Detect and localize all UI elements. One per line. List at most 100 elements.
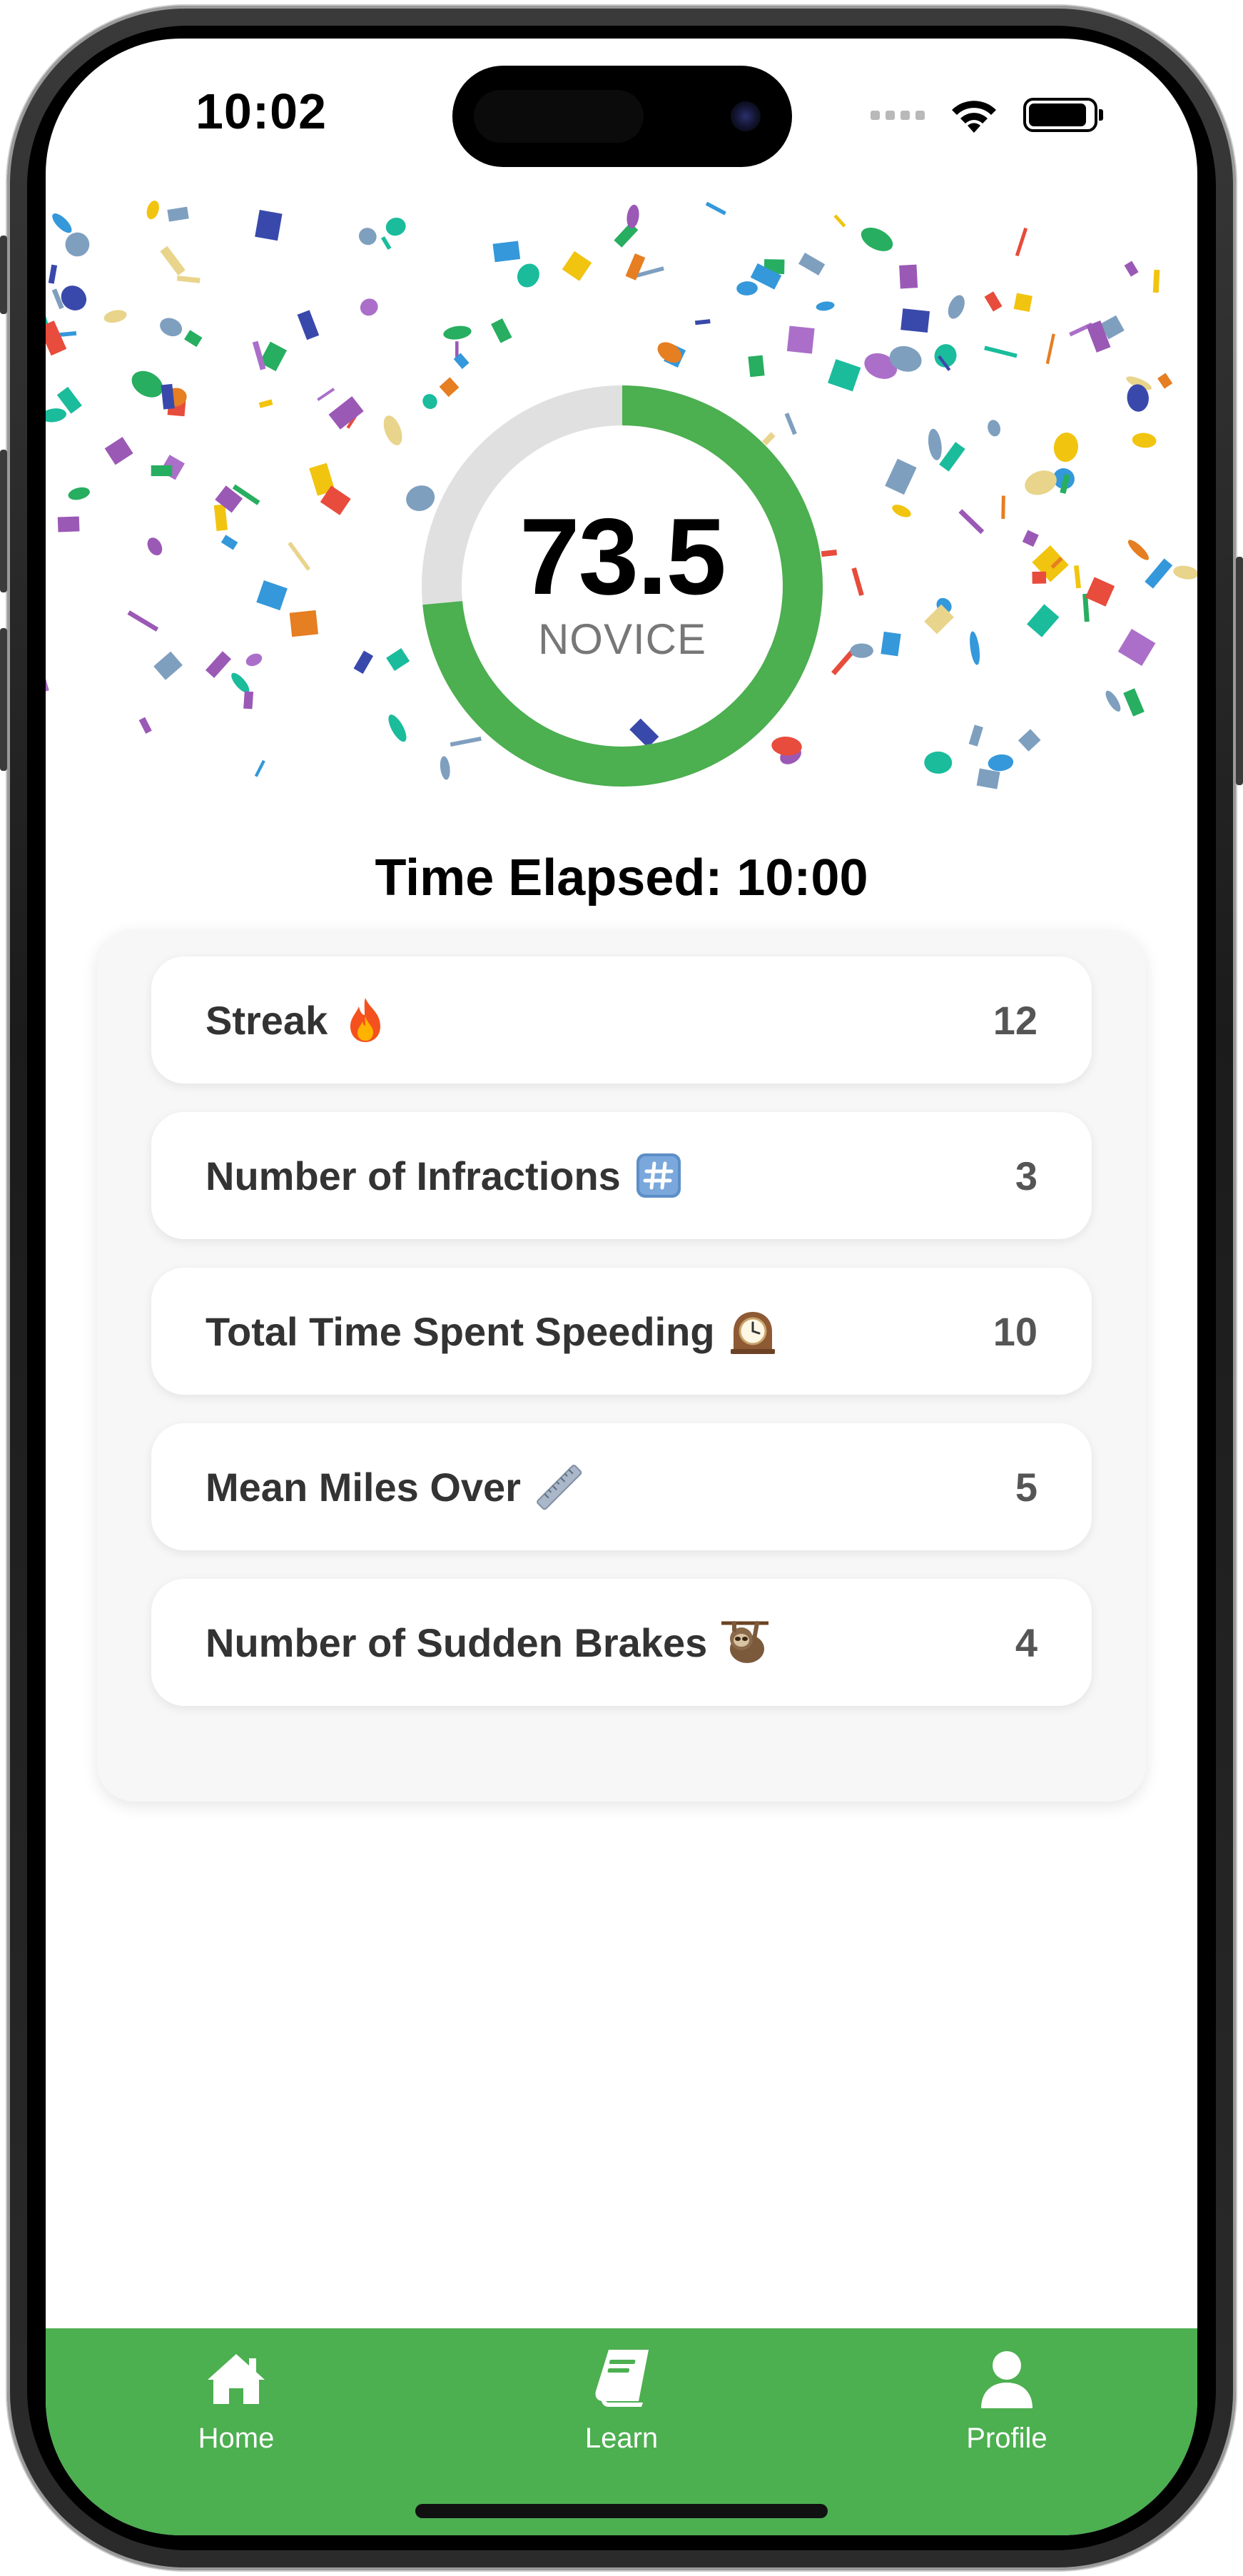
confetti-piece <box>388 714 407 742</box>
confetti-piece <box>828 359 861 392</box>
confetti-piece <box>491 318 512 343</box>
score-gauge: 73.5 NOVICE <box>415 379 829 793</box>
confetti-piece <box>46 312 49 332</box>
confetti-piece <box>103 310 127 323</box>
confetti-piece <box>705 201 726 216</box>
stat-row-sudden-brakes: Number of Sudden Brakes 4 <box>151 1579 1092 1706</box>
confetti-piece <box>831 647 857 676</box>
confetti-piece <box>694 319 711 325</box>
confetti-piece <box>861 227 893 251</box>
time-elapsed: Time Elapsed: 10:00 <box>375 849 868 906</box>
confetti-piece <box>160 455 185 480</box>
confetti-piece <box>328 396 364 430</box>
confetti-piece <box>153 651 183 680</box>
confetti-piece <box>1127 540 1150 560</box>
confetti-piece <box>899 264 918 289</box>
confetti-piece <box>988 754 1014 772</box>
home-icon <box>208 2354 265 2404</box>
tab-profile[interactable]: Profile <box>900 2328 1114 2500</box>
stat-label-text: Mean Miles Over <box>206 1464 521 1510</box>
confetti-piece <box>353 650 374 675</box>
confetti-piece <box>889 345 922 372</box>
confetti-piece <box>146 201 159 220</box>
confetti-piece <box>492 241 521 263</box>
confetti-piece <box>147 537 163 556</box>
confetti-piece <box>380 236 392 250</box>
tab-label: Profile <box>966 2423 1047 2454</box>
confetti-piece <box>634 266 664 278</box>
confetti-piece <box>309 463 335 496</box>
confetti-piece <box>289 610 319 637</box>
confetti-piece <box>1157 373 1173 389</box>
confetti-piece <box>625 253 646 281</box>
sloth-icon <box>721 1621 769 1663</box>
confetti-piece <box>52 213 72 233</box>
confetti-piece <box>205 651 232 678</box>
confetti-piece <box>164 388 187 407</box>
confetti-piece <box>65 232 90 257</box>
confetti-piece <box>968 724 983 747</box>
confetti-piece <box>46 408 67 423</box>
confetti-piece <box>167 206 189 222</box>
confetti-piece <box>833 214 846 228</box>
confetti-piece <box>288 541 311 571</box>
stat-row-streak: Streak 12 <box>151 956 1092 1084</box>
stat-value: 5 <box>1015 1464 1037 1510</box>
confetti-piece <box>57 516 80 532</box>
confetti-piece <box>1032 571 1047 584</box>
front-camera-icon <box>731 101 761 131</box>
confetti-piece <box>970 631 980 665</box>
stat-label: Number of Infractions <box>206 1151 684 1201</box>
confetti-piece <box>1013 293 1033 312</box>
tab-home[interactable]: Home <box>129 2328 343 2500</box>
stat-label: Streak <box>206 995 390 1045</box>
stat-row-infractions: Number of Infractions 3 <box>151 1112 1092 1239</box>
dynamic-island <box>452 66 792 167</box>
confetti-piece <box>1060 474 1070 494</box>
confetti-piece <box>958 509 985 535</box>
confetti-piece <box>68 487 90 500</box>
stat-label: Mean Miles Over <box>206 1462 584 1512</box>
fire-icon <box>350 998 381 1042</box>
confetti-piece <box>1126 376 1152 390</box>
confetti-piece <box>61 286 87 310</box>
confetti-piece <box>786 325 815 354</box>
stat-label-text: Total Time Spent Speeding <box>206 1308 715 1354</box>
confetti-piece <box>1015 227 1028 257</box>
confetti-piece <box>213 504 228 531</box>
confetti-piece <box>297 310 320 340</box>
volume-up-button <box>0 450 7 592</box>
confetti-piece <box>934 344 957 368</box>
confetti-piece <box>46 320 67 356</box>
confetti-piece <box>924 604 954 635</box>
confetti-piece <box>184 330 203 348</box>
confetti-piece <box>383 415 402 445</box>
confetti-piece <box>127 610 159 632</box>
confetti-piece <box>1127 384 1149 412</box>
confetti-piece <box>259 341 288 372</box>
confetti-piece <box>220 535 238 550</box>
confetti-piece <box>763 259 785 275</box>
confetti-piece <box>924 751 953 774</box>
confetti-piece <box>1069 322 1093 337</box>
stat-label-text: Number of Infractions <box>206 1153 621 1198</box>
confetti-piece <box>1027 604 1060 637</box>
confetti-piece <box>243 691 254 709</box>
confetti-piece <box>1105 690 1121 712</box>
confetti-piece <box>562 251 592 281</box>
confetti-piece <box>736 281 758 296</box>
confetti-piece <box>1073 565 1081 589</box>
tab-learn[interactable]: Learn <box>514 2328 729 2500</box>
confetti-piece <box>1117 629 1156 667</box>
confetti-piece <box>1022 530 1039 547</box>
confetti-piece <box>1018 729 1041 752</box>
mantelpiece-clock-icon <box>730 1312 775 1354</box>
confetti-piece <box>317 388 335 401</box>
confetti-piece <box>900 308 930 333</box>
confetti-piece <box>1050 557 1063 569</box>
confetti-piece <box>231 672 250 693</box>
status-icons <box>871 94 1103 136</box>
confetti-piece <box>160 246 186 276</box>
confetti-piece <box>176 276 201 283</box>
confetti-piece <box>748 355 765 378</box>
